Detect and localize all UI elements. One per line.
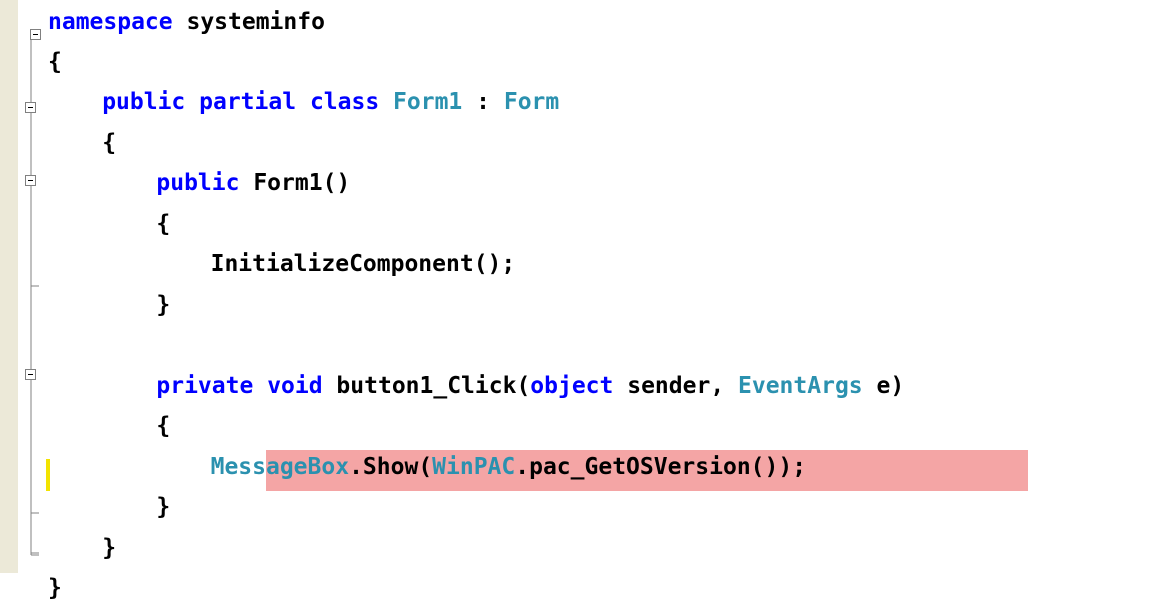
collapse-namespace-icon[interactable] [30, 29, 41, 40]
code-line[interactable]: InitializeComponent(); [211, 244, 516, 284]
keyword-token: void [267, 373, 323, 399]
code-line[interactable]: } [102, 528, 116, 568]
code-line[interactable]: public partial class Form1 : Form [102, 82, 559, 122]
code-token: } [156, 494, 171, 520]
keyword-token: public [156, 170, 240, 196]
indicator-margin [0, 0, 18, 573]
code-line[interactable]: MessageBox.Show(WinPAC.pac_GetOSVersion(… [211, 447, 806, 487]
code-line[interactable]: { [102, 123, 116, 163]
keyword-token: object [530, 373, 614, 399]
type-token: Form1 [393, 89, 463, 115]
code-line[interactable]: { [156, 204, 170, 244]
code-token: InitializeComponent(); [210, 251, 516, 277]
keyword-token: namespace [48, 9, 173, 35]
collapse-method-icon[interactable] [25, 369, 36, 380]
collapse-constructor-icon[interactable] [25, 175, 36, 186]
code-token: : [462, 89, 504, 115]
type-token: WinPAC [432, 454, 516, 480]
type-token: MessageBox [210, 454, 350, 480]
code-line[interactable]: } [156, 487, 170, 527]
code-token: systeminfo [172, 9, 325, 35]
code-token: e) [862, 373, 905, 399]
keyword-token: class [309, 89, 380, 115]
keyword-token: private [156, 373, 254, 399]
keyword-token: partial [199, 89, 297, 115]
outline-lines [30, 34, 39, 556]
collapse-class-icon[interactable] [25, 102, 36, 113]
code-line[interactable]: { [156, 406, 170, 446]
code-editor[interactable]: namespace systeminfo { public partial clas… [0, 0, 1159, 601]
code-token: { [102, 130, 117, 156]
type-token: Form [503, 89, 560, 115]
code-token: } [102, 535, 117, 561]
code-line[interactable]: public Form1() [156, 163, 350, 203]
type-token: EventArgs [738, 373, 863, 399]
code-line[interactable]: namespace systeminfo [48, 2, 325, 42]
code-token: { [156, 211, 171, 237]
code-token: } [156, 292, 171, 318]
code-token: .pac_GetOSVersion()); [515, 454, 807, 480]
code-token: Form1() [239, 170, 351, 196]
code-token: { [48, 49, 62, 75]
outlining-margin [25, 0, 66, 573]
code-token: } [48, 575, 62, 601]
code-token: button1_Click( [322, 373, 531, 399]
keyword-token: public [102, 89, 186, 115]
code-line[interactable]: } [156, 285, 170, 325]
code-token: { [156, 413, 171, 439]
code-token: .Show( [349, 454, 433, 480]
code-line[interactable]: } [48, 568, 62, 608]
code-line[interactable]: { [48, 42, 62, 82]
code-line[interactable]: private void button1_Click(object sender… [156, 366, 904, 406]
code-token: sender, [613, 373, 739, 399]
